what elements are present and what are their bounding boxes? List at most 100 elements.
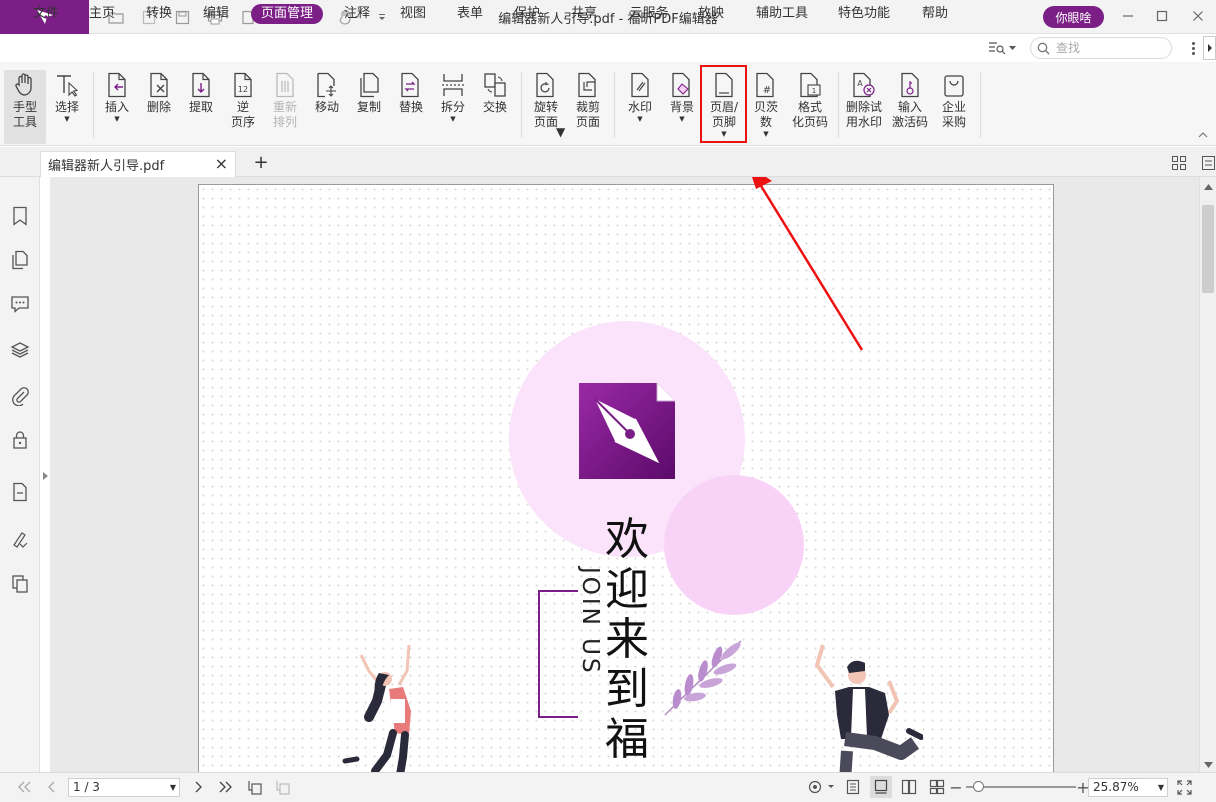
- activation-code-button[interactable]: 输入 激活码: [889, 70, 931, 144]
- first-page-icon[interactable]: [13, 776, 35, 798]
- scroll-up-icon[interactable]: [1203, 183, 1213, 191]
- collapse-ribbon-icon[interactable]: [1197, 129, 1209, 139]
- reverse-order-button[interactable]: 12 逆 页序: [222, 70, 264, 144]
- previous-view-icon[interactable]: [244, 776, 266, 798]
- move-page-button[interactable]: 移动: [306, 70, 348, 144]
- jumping-man-illustration-icon: [814, 644, 923, 772]
- bates-number-button[interactable]: # 贝茨 数 ▼: [745, 70, 787, 144]
- close-tab-icon[interactable]: ×: [215, 154, 228, 173]
- read-mode-icon[interactable]: [806, 776, 836, 798]
- menu-convert[interactable]: 转换: [141, 4, 177, 24]
- move-page-icon: [312, 70, 342, 100]
- select-tool-button[interactable]: 选择 ▼: [46, 70, 88, 144]
- menu-comment[interactable]: 注释: [339, 4, 375, 24]
- tool-label: 复制: [356, 100, 381, 114]
- signature-icon[interactable]: [8, 527, 32, 551]
- bookmark-icon[interactable]: [8, 204, 32, 228]
- format-page-number-button[interactable]: 1 格式 化页码: [788, 70, 832, 144]
- crop-page-button[interactable]: 裁剪 页面: [567, 70, 609, 144]
- comments-icon[interactable]: [8, 292, 32, 316]
- zoom-dropdown-icon[interactable]: ▼: [1158, 779, 1164, 796]
- swap-button[interactable]: 交换: [474, 70, 516, 144]
- welcome-char: 来: [605, 614, 649, 665]
- page-number: 1 / 3: [73, 780, 100, 794]
- search-options-icon[interactable]: [988, 40, 1020, 56]
- menu-help[interactable]: 帮助: [917, 4, 953, 24]
- compare-icon[interactable]: [8, 572, 32, 596]
- ribbon-separator: [980, 72, 981, 138]
- vertical-scrollbar[interactable]: [1199, 177, 1216, 772]
- dropdown-caret-icon: ▼: [450, 115, 456, 123]
- page-number-field[interactable]: 1 / 3 ▼: [68, 778, 180, 797]
- hand-tool-button[interactable]: 手型 工具: [4, 70, 46, 144]
- menu-features[interactable]: 特色功能: [836, 4, 892, 24]
- enterprise-purchase-icon: [939, 70, 969, 100]
- next-page-icon[interactable]: [187, 776, 209, 798]
- menu-accessibility[interactable]: 辅助工具: [754, 4, 810, 24]
- replace-page-button[interactable]: 替换: [390, 70, 432, 144]
- two-page-continuous-icon[interactable]: [926, 776, 948, 798]
- document-tab[interactable]: 编辑器新人引导.pdf ×: [40, 151, 236, 177]
- zoom-level-field[interactable]: 25.87% ▼: [1088, 778, 1168, 797]
- menu-present[interactable]: 放映: [693, 4, 729, 24]
- panel-toggle-icon[interactable]: [1201, 155, 1216, 171]
- menu-file[interactable]: 文件: [28, 4, 64, 24]
- minimize-icon[interactable]: [1115, 4, 1141, 28]
- next-view-icon[interactable]: [272, 776, 294, 798]
- user-account-button[interactable]: 你眼啥: [1043, 6, 1104, 28]
- page-dropdown-icon[interactable]: ▼: [170, 779, 176, 796]
- extract-page-icon: [186, 70, 216, 100]
- maximize-icon[interactable]: [1149, 4, 1175, 28]
- tool-label: 插入: [104, 100, 129, 114]
- search-input[interactable]: [1056, 41, 1156, 55]
- attachment-icon[interactable]: [8, 384, 32, 408]
- sidebar-expand-icon[interactable]: [41, 470, 49, 482]
- watermark-button[interactable]: 水印 ▼: [619, 70, 661, 144]
- rearrange-icon: [270, 70, 300, 100]
- tool-label: 拆分: [440, 100, 465, 114]
- close-window-icon[interactable]: [1185, 4, 1211, 28]
- pages-icon[interactable]: [8, 248, 32, 272]
- enterprise-purchase-button[interactable]: 企业 采购: [933, 70, 975, 144]
- menu-view[interactable]: 视图: [395, 4, 431, 24]
- new-tab-icon[interactable]: +: [252, 153, 270, 175]
- welcome-char: 到: [605, 664, 649, 715]
- insert-page-button[interactable]: 插入 ▼: [96, 70, 138, 144]
- copy-page-button[interactable]: 复制: [348, 70, 390, 144]
- reverse-order-icon: 12: [228, 70, 258, 100]
- security-lock-icon[interactable]: [8, 428, 32, 452]
- split-button[interactable]: 拆分 ▼: [432, 70, 474, 144]
- more-options-icon[interactable]: [1188, 40, 1198, 56]
- content-icon[interactable]: [8, 480, 32, 504]
- menu-edit[interactable]: 编辑: [198, 4, 234, 24]
- previous-page-icon[interactable]: [41, 776, 63, 798]
- thumbnail-view-icon[interactable]: [1171, 155, 1187, 171]
- extract-page-button[interactable]: 提取: [180, 70, 222, 144]
- dropdown-caret-icon: ▼: [763, 130, 769, 138]
- scroll-down-icon[interactable]: [1203, 761, 1213, 769]
- fullscreen-icon[interactable]: [1173, 776, 1195, 798]
- menu-share[interactable]: 共享: [566, 4, 602, 24]
- search-box[interactable]: [1030, 37, 1172, 59]
- menu-home[interactable]: 主页: [84, 4, 120, 24]
- zoom-out-icon[interactable]: −: [949, 776, 963, 798]
- two-page-view-icon[interactable]: [898, 776, 920, 798]
- continuous-view-icon[interactable]: [870, 776, 892, 798]
- single-page-view-icon[interactable]: [842, 776, 864, 798]
- last-page-icon[interactable]: [215, 776, 237, 798]
- menu-form[interactable]: 表单: [452, 4, 488, 24]
- layers-icon[interactable]: [8, 338, 32, 362]
- expand-panel-icon[interactable]: [1203, 36, 1216, 60]
- scrollbar-thumb[interactable]: [1202, 205, 1214, 293]
- background-button[interactable]: 背景 ▼: [661, 70, 703, 144]
- remove-trial-watermark-button[interactable]: A 删除试 用水印: [842, 70, 886, 144]
- zoom-slider-knob[interactable]: [973, 781, 984, 792]
- menu-page-management[interactable]: 页面管理: [251, 4, 323, 24]
- tool-label: 旋转 页面: [533, 100, 558, 129]
- tool-label: 企业 采购: [941, 100, 966, 129]
- activation-code-icon: [895, 70, 925, 100]
- menu-protect[interactable]: 保护: [509, 4, 545, 24]
- delete-page-button[interactable]: 删除: [138, 70, 180, 144]
- rearrange-button[interactable]: 重新 排列: [264, 70, 306, 144]
- menu-cloud[interactable]: 云服务: [627, 4, 671, 24]
